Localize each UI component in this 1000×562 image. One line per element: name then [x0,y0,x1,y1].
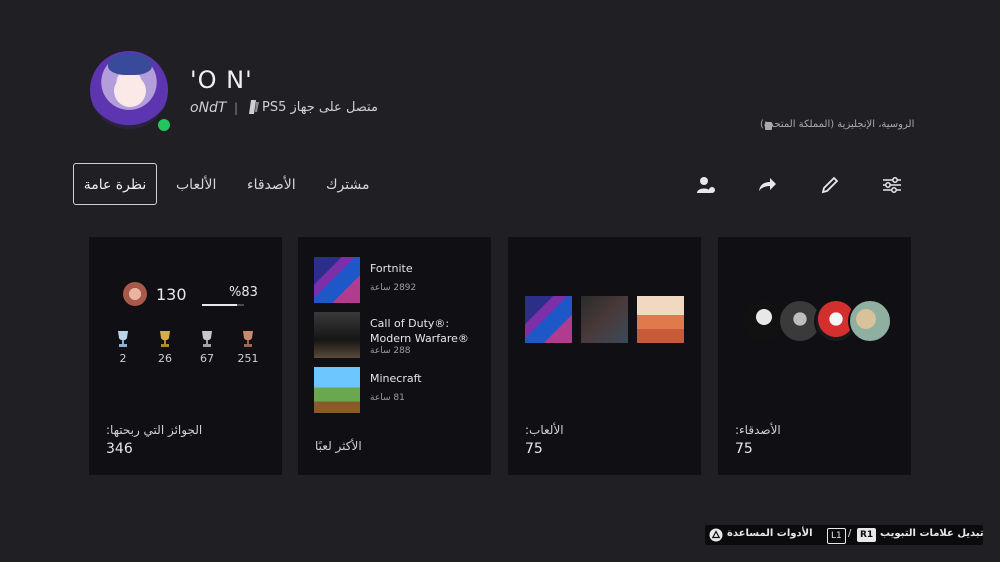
r1-button-icon: R1 [857,528,877,542]
platform-label: PS5 [262,100,287,115]
accessibility-hint: الأدوات المساعدة [727,528,813,539]
game-thumbnail [637,296,684,343]
most-played-card[interactable]: Fortnite 2892 ساعة Call of Duty®: Modern… [298,237,491,475]
level-progress-fill [202,304,237,306]
most-played-item[interactable]: Minecraft 81 ساعة [314,367,484,415]
avatar-hat [108,53,152,75]
level-progress-text: %83 [229,285,258,300]
edit-icon[interactable] [820,175,840,195]
status-text: متصل على جهاز [290,100,378,115]
trophies-card[interactable]: 130 %83 2 26 67 251 الجوائز التي ربحتها:… [89,237,282,475]
games-label: الألعاب: [525,423,564,437]
tab-shared[interactable]: مشترك [326,171,369,199]
minecraft-thumbnail [314,367,360,413]
tab-games[interactable]: الألعاب [176,171,216,199]
profile-name: 'O N' [190,66,253,94]
games-count: 75 [525,441,543,457]
friends-count: 75 [735,441,753,457]
call-of-duty-thumbnail [314,312,360,358]
online-status-indicator [156,117,172,133]
tab-overview[interactable]: نظرة عامة [73,163,157,205]
level-progress-bar [202,304,244,306]
online-status-text: متصل على جهاز PS5 [262,100,378,115]
ps5-console-icon [249,100,259,114]
roblox-thumbnail [581,296,628,343]
friend-avatar [848,299,892,343]
game-title: Call of Duty®: Modern Warfare® [370,317,469,345]
bronze-trophy-icon [243,331,253,347]
platinum-trophy-icon [118,331,128,347]
tab-switch-hint: تبديل علامات التبويب [880,528,984,539]
triangle-button-icon [709,528,723,542]
friends-label: الأصدقاء: [735,423,781,437]
l1-button-icon: L1 [827,528,846,544]
gold-count: 26 [158,352,172,365]
fortnite-thumbnail [314,257,360,303]
trophies-label: الجوائز التي ربحتها: [106,423,203,437]
most-played-item[interactable]: Fortnite 2892 ساعة [314,257,484,305]
tab-friends[interactable]: الأصدقاء [247,171,296,199]
language-icon [765,122,772,130]
friends-card[interactable]: الأصدقاء: 75 [718,237,911,475]
settings-sliders-icon[interactable] [882,175,902,195]
games-card[interactable]: الألعاب: 75 [508,237,701,475]
gold-trophy-icon [160,331,170,347]
silver-trophy-icon [202,331,212,347]
avatar-face [114,75,146,107]
game-hours: 2892 ساعة [370,283,417,293]
game-title: Minecraft [370,372,422,385]
platinum-count: 2 [119,352,127,365]
game-hours: 288 ساعة [370,346,411,356]
controller-hints-bar: الأدوات المساعدة L1 / R1 تبديل علامات ال… [705,525,984,545]
game-title: Fortnite [370,262,413,275]
most-played-item[interactable]: Call of Duty®: Modern Warfare® 288 ساعة [314,312,484,360]
add-friend-icon[interactable] [696,175,716,195]
silver-count: 67 [200,352,214,365]
trophy-level-icon [123,282,147,306]
hint-slash: / [848,528,852,539]
trophies-total: 346 [106,441,133,457]
bronze-count: 251 [237,352,259,365]
online-id: oNdT [190,100,227,116]
header-separator: | [234,101,239,115]
most-played-label: الأكثر لعبًا [315,439,362,453]
trophy-level: 130 [156,285,187,304]
languages-text: الروسية، الإنجليزية (المملكة المتحدة) [760,119,915,130]
game-hours: 81 ساعة [370,393,405,403]
profile-avatar[interactable] [90,51,168,129]
fortnite-thumbnail [525,296,572,343]
share-icon[interactable] [757,175,777,195]
